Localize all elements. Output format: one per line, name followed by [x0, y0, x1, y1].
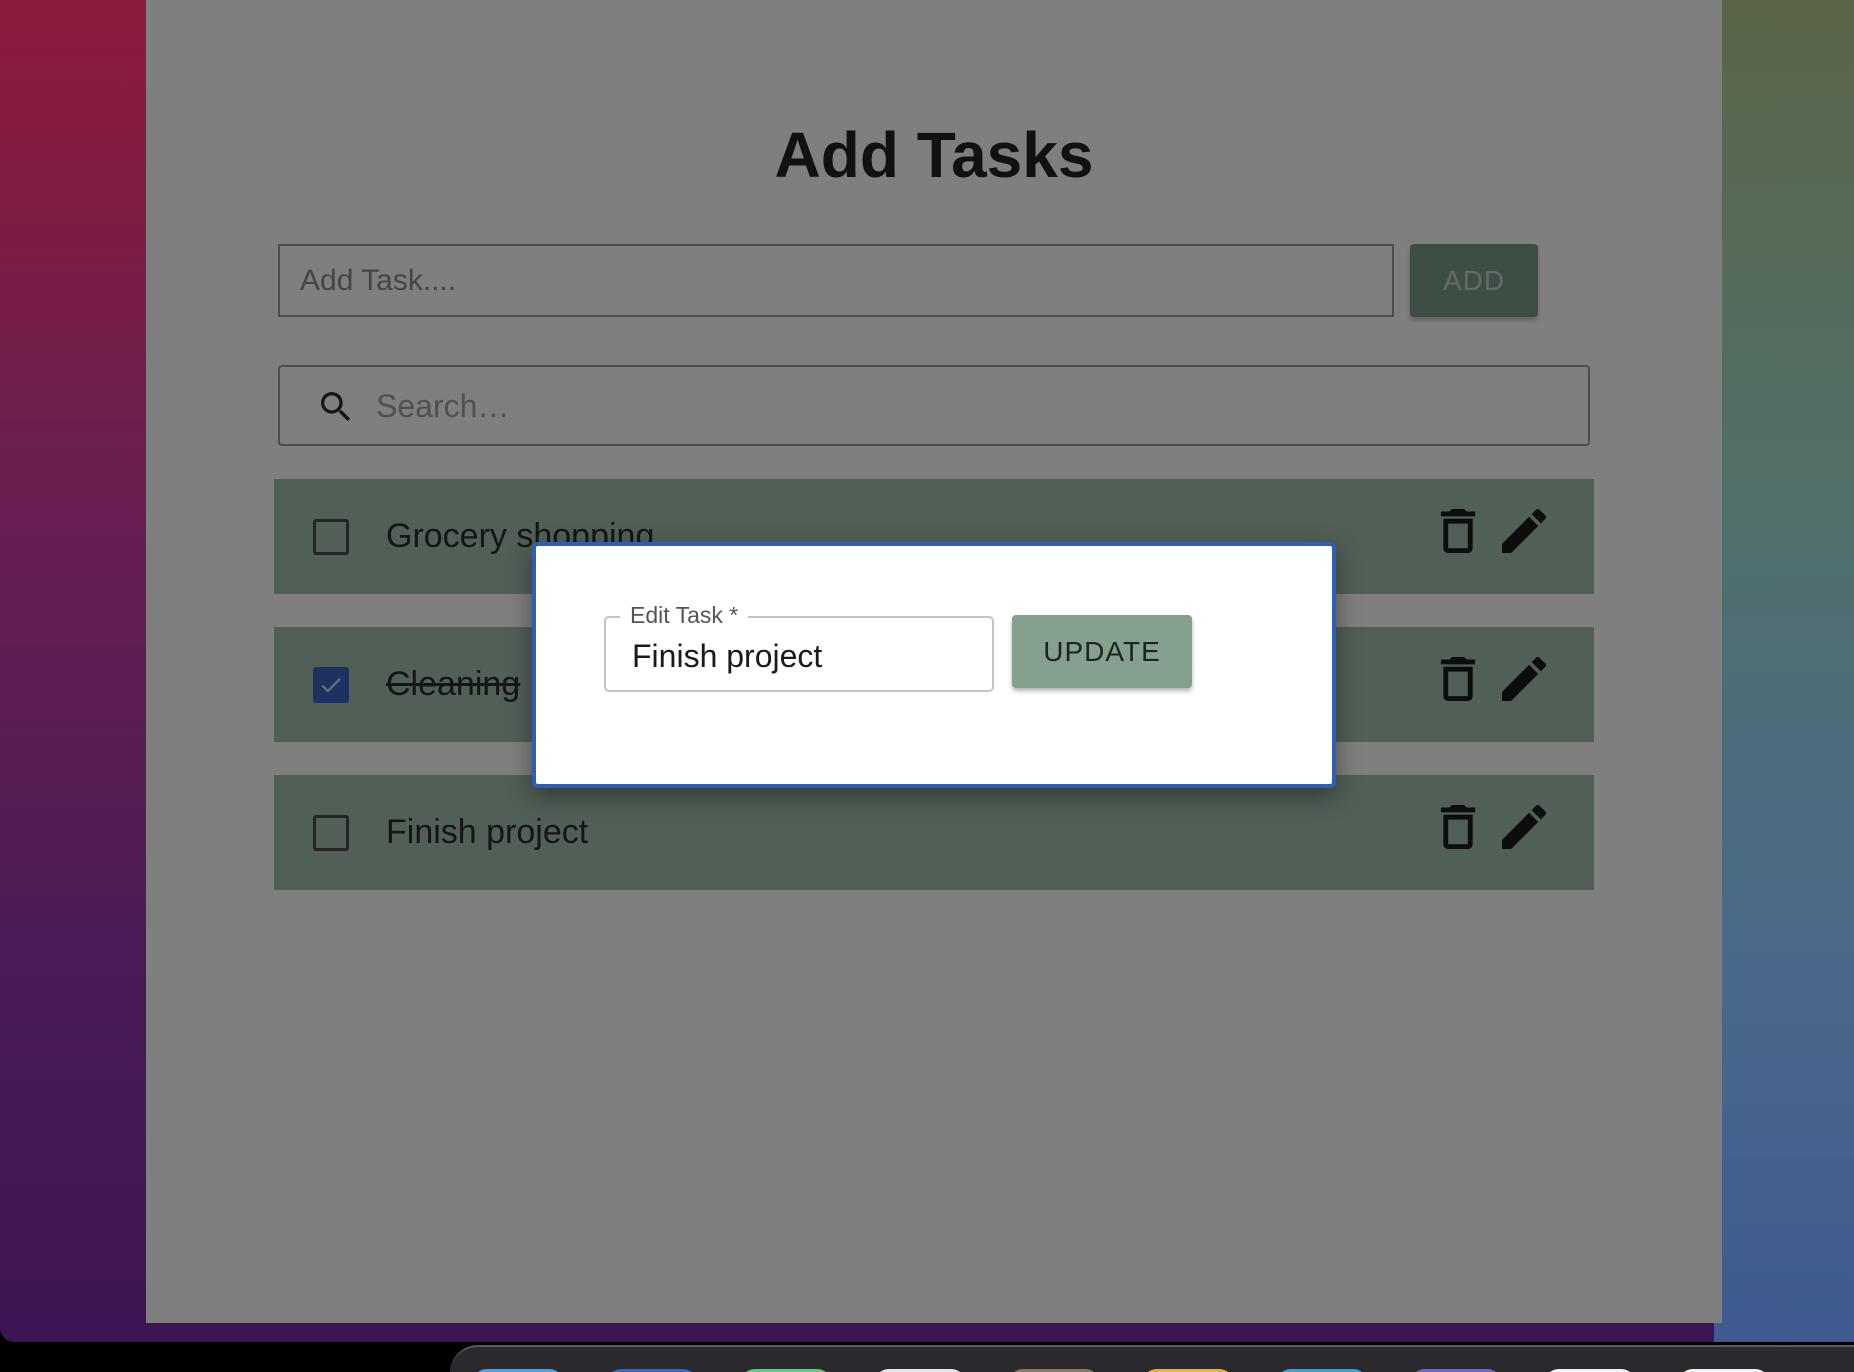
wallpaper-right-strip: [1714, 0, 1854, 1342]
edit-task-input[interactable]: [632, 634, 972, 678]
edit-task-field[interactable]: Edit Task *: [604, 602, 994, 692]
update-button[interactable]: UPDATE: [1012, 615, 1192, 688]
dock: [450, 1345, 1854, 1372]
edit-task-dialog: Edit Task * UPDATE: [532, 542, 1336, 788]
edit-task-label: Edit Task *: [620, 602, 749, 629]
